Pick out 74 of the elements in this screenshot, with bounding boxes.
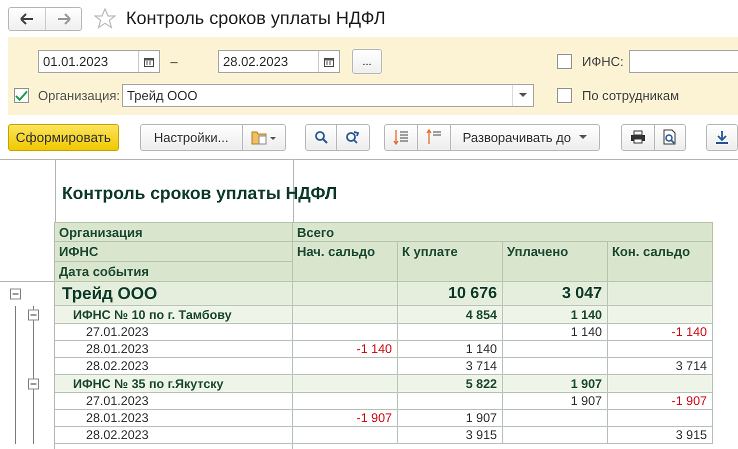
expand-to-button[interactable]: Разворачивать до (450, 124, 600, 150)
amount-cell: -1 907 (608, 393, 713, 410)
collapse-toggle[interactable] (28, 310, 39, 320)
arrow-left-icon (20, 12, 34, 24)
document-search-icon (663, 129, 677, 145)
amount-cell: -1 140 (608, 324, 713, 341)
amount-cell: 10 676 (398, 282, 503, 306)
tax-office-row-label: ИФНС № 10 по г. Тамбову (55, 306, 293, 324)
star-icon[interactable] (94, 8, 116, 30)
folder-icon (250, 129, 277, 145)
sort-up-list-icon (426, 129, 442, 145)
column-header: Всего (293, 222, 713, 242)
event-date-cell: 28.02.2023 (55, 427, 293, 444)
print-button[interactable] (621, 124, 655, 150)
ifns-checkbox[interactable] (557, 54, 572, 69)
calendar-icon (324, 56, 334, 66)
organization-row-label: Трейд ООО (55, 282, 293, 306)
window-title: Контроль сроков уплаты НДФЛ (126, 8, 386, 29)
amount-cell: 1 140 (503, 324, 608, 341)
by-employees-label: По сотрудникам (582, 88, 680, 103)
organization-field[interactable]: Трейд ООО (122, 84, 534, 107)
save-button[interactable] (706, 124, 738, 150)
column-header: ИФНС (55, 242, 293, 262)
collapse-toggle[interactable] (28, 378, 39, 390)
column-header: Нач. сальдо (293, 242, 398, 282)
search-icon (314, 130, 328, 144)
settings-button[interactable]: Настройки... (140, 124, 243, 150)
range-dash: – (169, 54, 179, 69)
column-header: Организация (55, 222, 293, 242)
date-to-field[interactable]: 28.02.2023 (218, 50, 340, 73)
sort-down-list-icon (392, 129, 409, 145)
amount-cell: 5 822 (398, 375, 503, 393)
event-date-cell: 27.01.2023 (55, 324, 293, 341)
collapse-toggle[interactable] (10, 288, 21, 300)
amount-cell: 1 907 (398, 410, 503, 427)
column-header: К уплате (398, 242, 503, 282)
amount-cell: 1 907 (503, 375, 608, 393)
arrow-right-icon (56, 12, 70, 24)
ifns-field[interactable] (628, 50, 738, 73)
variants-button[interactable] (242, 124, 286, 150)
download-icon (715, 130, 729, 144)
column-header: Кон. сальдо (608, 242, 713, 282)
event-date-cell: 28.01.2023 (55, 341, 293, 358)
period-button[interactable]: ... (352, 49, 382, 74)
by-employees-checkbox[interactable] (557, 88, 572, 103)
amount-cell: 1 140 (398, 341, 503, 358)
tax-office-row-label: ИФНС № 35 по г.Якутску (55, 375, 293, 393)
search-button[interactable] (304, 124, 337, 150)
generate-button[interactable]: Сформировать (8, 124, 119, 150)
search-repeat-icon (344, 130, 361, 144)
amount-cell: 1 907 (503, 393, 608, 410)
report-title: Контроль сроков уплаты НДФЛ (61, 182, 338, 204)
amount-cell: 4 854 (398, 306, 503, 324)
column-header: Дата события (55, 262, 293, 282)
event-date-cell: 28.01.2023 (55, 410, 293, 427)
search-again-button[interactable] (336, 124, 370, 150)
caret-icon (579, 134, 587, 140)
amount-cell: 3 047 (503, 282, 608, 306)
organization-label: Организация: (38, 88, 120, 103)
expand-all-button[interactable] (384, 124, 418, 150)
event-date-cell: 27.01.2023 (55, 393, 293, 410)
printer-icon (630, 130, 646, 144)
date-from-field[interactable]: 01.01.2023 (38, 50, 160, 73)
caret-icon (519, 93, 528, 98)
amount-cell: -1 907 (293, 410, 398, 427)
preview-button[interactable] (655, 124, 686, 150)
ifns-label: ИФНС: (582, 54, 624, 69)
calendar-icon (144, 56, 154, 66)
amount-cell: 3 915 (608, 427, 713, 444)
organization-checkbox[interactable] (14, 88, 29, 103)
amount-cell: 1 140 (503, 306, 608, 324)
amount-cell: -1 140 (293, 341, 398, 358)
amount-cell: 3 915 (398, 427, 503, 444)
column-header: Уплачено (503, 242, 608, 282)
